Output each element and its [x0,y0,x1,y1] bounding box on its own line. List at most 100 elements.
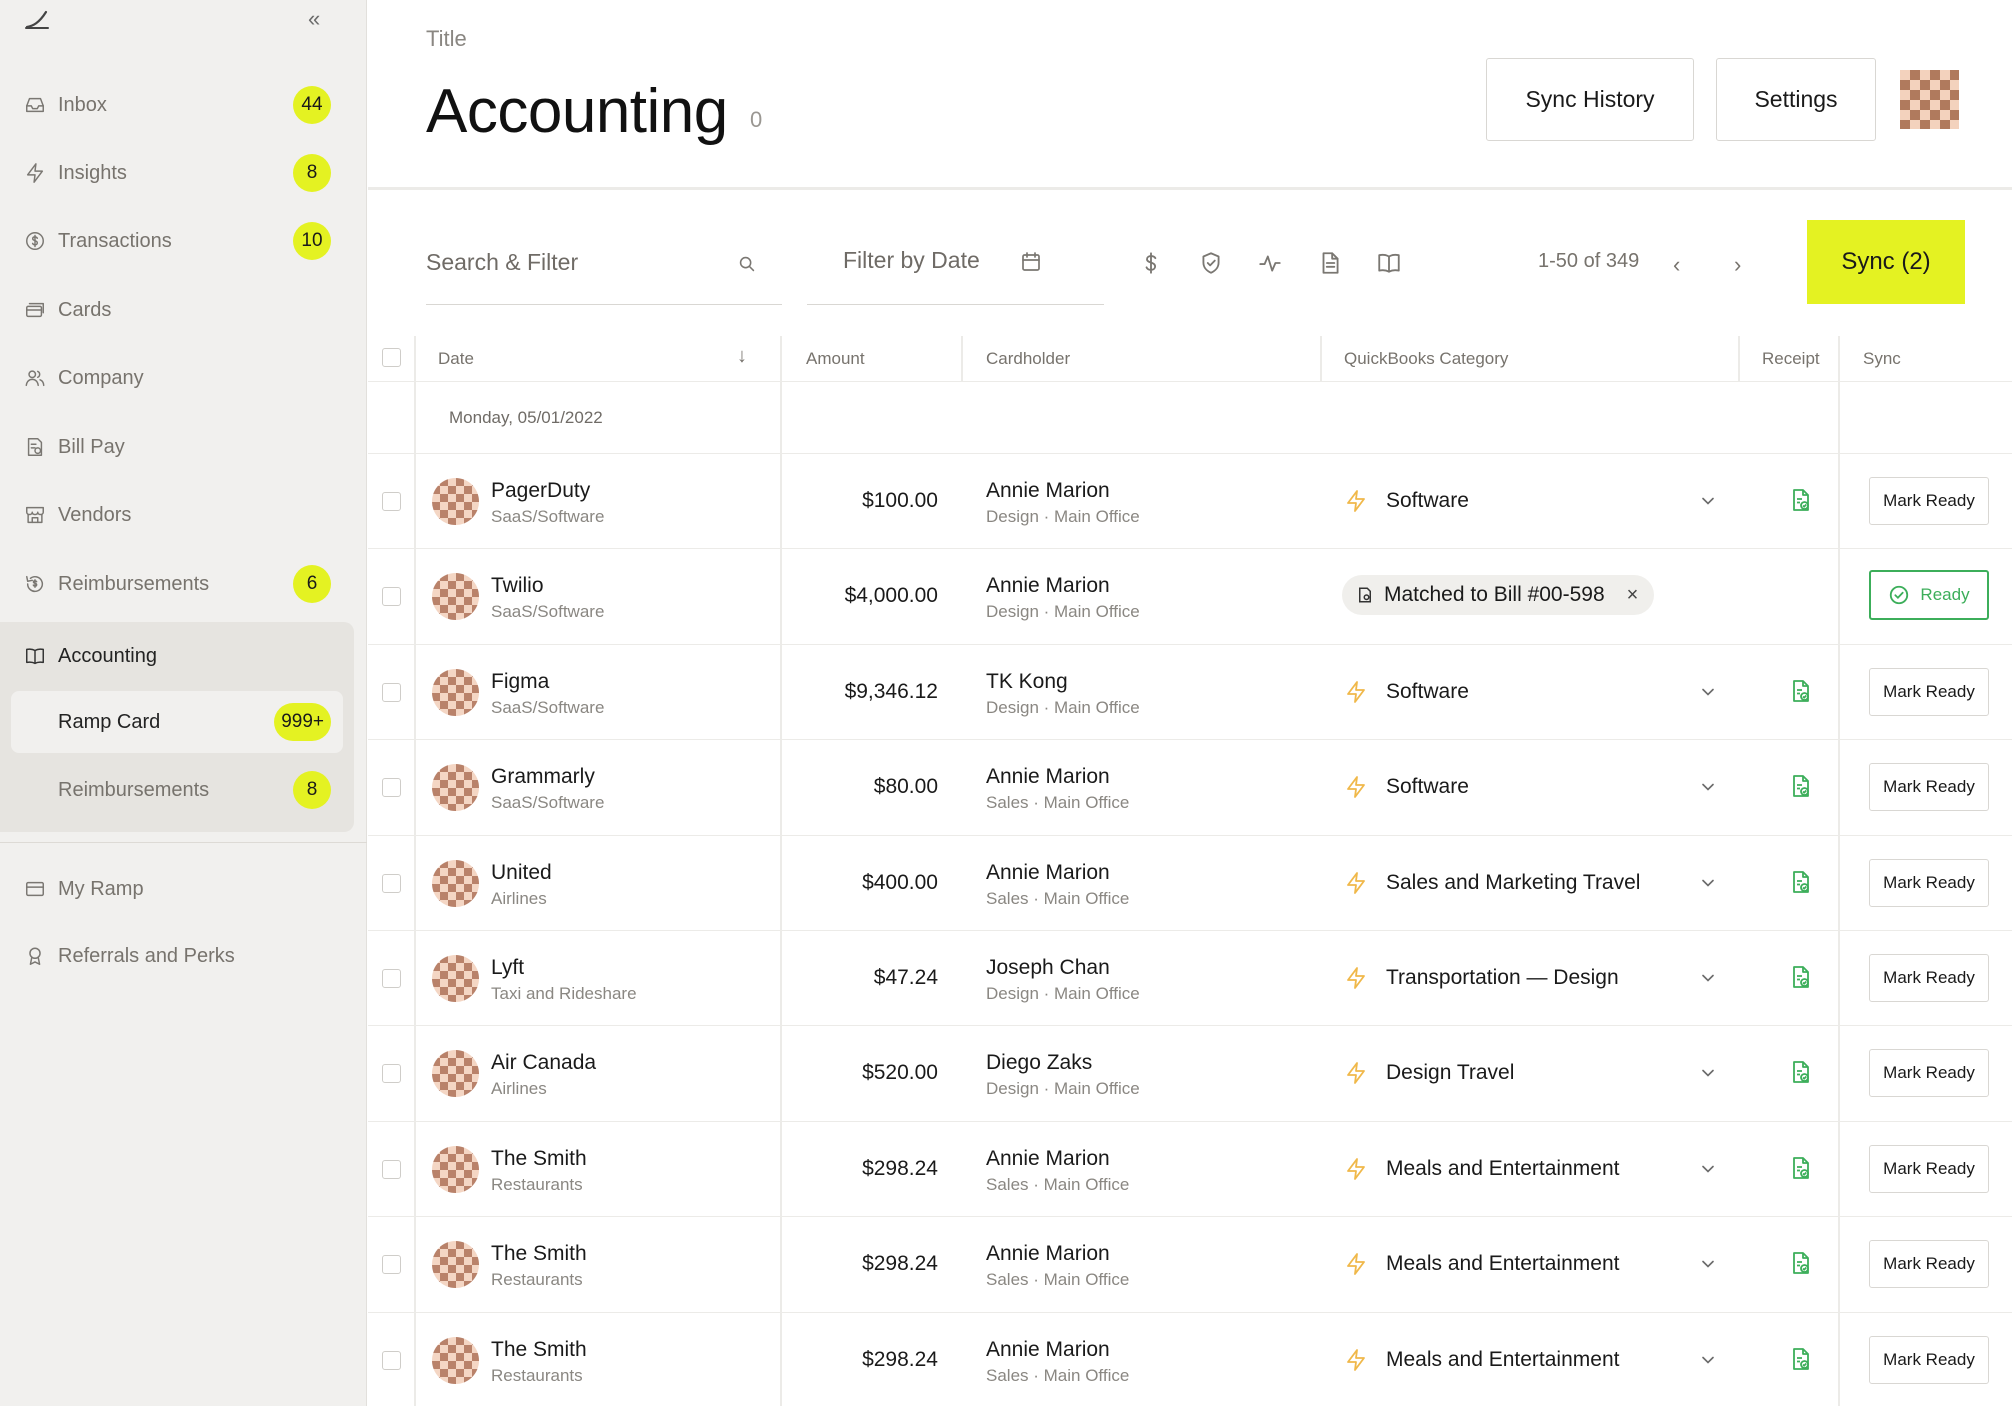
sidebar-item-referrals[interactable]: Referrals and Perks [0,922,367,990]
matched-bill-pill[interactable]: Matched to Bill #00-598 × [1342,575,1655,616]
sync-button[interactable]: Sync (2) [1807,220,1965,304]
category-select[interactable]: Software [1386,775,1469,799]
receipt-check-icon[interactable] [1789,1060,1813,1086]
sidebar-subitem-ramp-card[interactable]: Ramp Card 999+ [11,691,343,753]
table-row[interactable]: Grammarly SaaS/Software $80.00 Annie Mar… [368,739,2012,834]
amount: $520.00 [862,1061,938,1085]
sidebar-item-accounting[interactable]: Accounting [0,622,354,690]
sidebar-item-inbox[interactable]: Inbox 44 [0,71,367,139]
row-checkbox[interactable] [382,492,401,511]
category-select[interactable]: Meals and Entertainment [1386,1157,1619,1181]
sidebar-item-insights[interactable]: Insights 8 [0,139,367,207]
chevron-down-icon[interactable] [1698,968,1718,988]
receipt-check-icon[interactable] [1789,488,1813,514]
mark-ready-button[interactable]: Mark Ready [1869,1240,1989,1289]
cardholder-name: Annie Marion [986,1146,1110,1170]
table-row[interactable]: The Smith Restaurants $298.24 Annie Mari… [368,1311,2012,1406]
user-avatar[interactable] [1900,70,1959,129]
sidebar-subitem-reimbursements[interactable]: Reimbursements 8 [11,759,343,821]
mark-ready-button[interactable]: Mark Ready [1869,1049,1989,1098]
row-checkbox[interactable] [382,778,401,798]
row-checkbox[interactable] [382,1350,401,1370]
receipt-check-icon[interactable] [1789,1347,1813,1373]
chevron-down-icon[interactable] [1698,1159,1718,1179]
document-icon[interactable] [1317,250,1343,276]
category-select[interactable]: Transportation — Design [1386,966,1619,990]
book-open-icon[interactable] [1376,250,1402,276]
column-header-cardholder[interactable]: Cardholder [986,349,1070,369]
table-row[interactable]: Figma SaaS/Software $9,346.12 TK Kong De… [368,643,2012,739]
chevron-down-icon[interactable] [1698,491,1718,511]
mark-ready-button[interactable]: Mark Ready [1869,1335,1989,1384]
sync-history-button[interactable]: Sync History [1486,58,1694,141]
sidebar-item-company[interactable]: Company [0,344,367,412]
count-badge: 8 [293,771,331,809]
row-checkbox[interactable] [382,1064,401,1084]
row-checkbox[interactable] [382,1159,401,1179]
mark-ready-button[interactable]: Mark Ready [1869,1144,1989,1193]
sidebar-item-bill-pay[interactable]: Bill Pay [0,413,367,481]
category-select[interactable]: Sales and Marketing Travel [1386,871,1640,895]
search-input[interactable]: Search & Filter [426,235,782,305]
row-checkbox[interactable] [382,1255,401,1275]
receipt-check-icon[interactable] [1789,774,1813,800]
chevron-down-icon[interactable] [1698,682,1718,702]
sidebar-item-cards[interactable]: Cards [0,276,367,344]
row-checkbox[interactable] [382,682,401,702]
category-select[interactable]: Meals and Entertainment [1386,1252,1619,1276]
remove-match-icon[interactable]: × [1627,584,1639,607]
table-row[interactable]: The Smith Restaurants $298.24 Annie Mari… [368,1120,2012,1216]
table-row[interactable]: Air Canada Airlines $520.00 Diego Zaks D… [368,1025,2012,1120]
receipt-check-icon[interactable] [1789,870,1813,896]
table-row[interactable]: United Airlines $400.00 Annie Marion Sal… [368,834,2012,930]
table-row[interactable]: Twilio SaaS/Software $4,000.00 Annie Mar… [368,548,2012,643]
receipt-check-icon[interactable] [1789,1251,1813,1277]
receipt-check-icon[interactable] [1789,965,1813,991]
select-all-checkbox[interactable] [382,348,401,367]
activity-icon[interactable] [1257,250,1283,276]
chevron-down-icon[interactable] [1698,1063,1718,1083]
column-header-amount[interactable]: Amount [806,349,865,369]
sidebar-item-reimbursements[interactable]: Reimbursements 6 [0,550,367,618]
chevron-right-icon[interactable]: › [1734,252,1741,278]
sidebar-item-vendors[interactable]: Vendors [0,481,367,549]
sort-arrow-icon[interactable]: ↓ [737,345,747,368]
row-checkbox[interactable] [382,587,401,607]
count-badge: 44 [293,86,331,124]
chevron-down-icon[interactable] [1698,873,1718,893]
sidebar-item-transactions[interactable]: Transactions 10 [0,207,367,275]
chevron-down-icon[interactable] [1698,777,1718,797]
column-header-category[interactable]: QuickBooks Category [1344,349,1508,369]
mark-ready-button[interactable]: Mark Ready [1869,763,1989,812]
mark-ready-button[interactable]: Mark Ready [1869,477,1989,525]
dollar-icon[interactable] [1138,250,1164,276]
category-select[interactable]: Software [1386,489,1469,513]
sidebar-item-my-ramp[interactable]: My Ramp [0,855,367,923]
table-row[interactable]: PagerDuty SaaS/Software $100.00 Annie Ma… [368,453,2012,548]
column-header-receipt[interactable]: Receipt [1762,349,1820,369]
shield-check-icon[interactable] [1198,250,1224,276]
category-select[interactable]: Software [1386,680,1469,704]
mark-ready-button[interactable]: Mark Ready [1869,667,1989,716]
row-checkbox[interactable] [382,873,401,893]
table-row[interactable]: The Smith Restaurants $298.24 Annie Mari… [368,1216,2012,1311]
mark-ready-button[interactable]: Mark Ready [1869,858,1989,907]
column-header-sync[interactable]: Sync [1863,349,1901,369]
mark-ready-button[interactable]: Mark Ready [1869,954,1989,1002]
chevron-left-icon[interactable]: ‹ [1673,252,1680,278]
settings-button[interactable]: Settings [1716,58,1876,141]
receipt-check-icon[interactable] [1789,1156,1813,1182]
column-header-date[interactable]: Date [438,349,474,369]
receipt-check-icon[interactable] [1789,679,1813,705]
ramp-logo-icon[interactable] [24,8,50,30]
row-checkbox[interactable] [382,969,401,988]
category-select[interactable]: Design Travel [1386,1061,1514,1085]
date-filter-input[interactable]: Filter by Date [807,235,1104,305]
chevron-down-icon[interactable] [1698,1350,1718,1370]
ready-button[interactable]: Ready [1869,570,1989,621]
category-select[interactable]: Meals and Entertainment [1386,1348,1619,1372]
merchant-avatar [432,1241,479,1289]
collapse-sidebar-icon[interactable]: « [308,6,320,32]
chevron-down-icon[interactable] [1698,1254,1718,1274]
table-row[interactable]: Lyft Taxi and Rideshare $47.24 Joseph Ch… [368,930,2012,1025]
